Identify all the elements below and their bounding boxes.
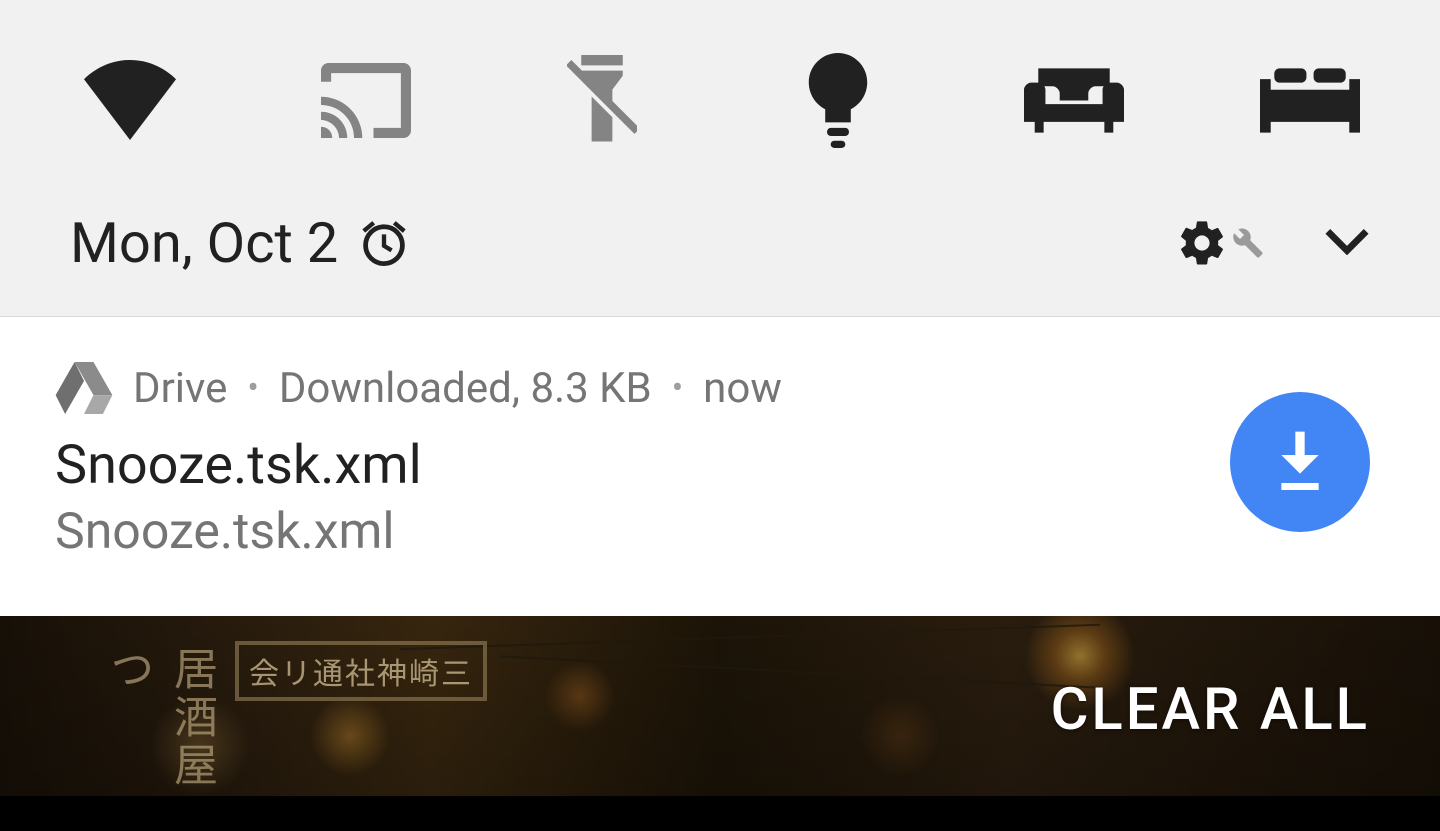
- notification-status: Downloaded, 8.3 KB: [279, 364, 652, 413]
- bed-icon: [1260, 68, 1360, 133]
- qs-footer-actions: [1176, 217, 1370, 269]
- quick-settings-footer: Mon, Oct 2: [0, 190, 1440, 316]
- wifi-icon: [80, 60, 180, 140]
- qs-tile-bulb[interactable]: [778, 40, 898, 160]
- qs-tile-couch[interactable]: [1014, 40, 1134, 160]
- expand-button[interactable]: [1324, 227, 1370, 259]
- download-icon: [1272, 431, 1328, 493]
- date-text: Mon, Oct 2: [70, 210, 338, 276]
- qs-tile-bed[interactable]: [1250, 40, 1370, 160]
- notification-subtitle: Snooze.tsk.xml: [55, 503, 1230, 561]
- gear-icon: [1176, 217, 1228, 269]
- bulb-icon: [808, 53, 868, 148]
- couch-icon: [1024, 68, 1124, 133]
- separator-dot: •: [672, 368, 683, 408]
- wallpaper-sign-vertical: 居酒屋つ: [100, 646, 228, 796]
- separator-dot: •: [247, 368, 258, 408]
- qs-tile-flashlight[interactable]: [542, 40, 662, 160]
- notification-card[interactable]: Drive • Downloaded, 8.3 KB • now Snooze.…: [0, 316, 1440, 616]
- qs-tile-cast[interactable]: [306, 40, 426, 160]
- flashlight-off-icon: [567, 55, 637, 145]
- notification-time: now: [703, 364, 782, 413]
- quick-settings-panel: Mon, Oct 2: [0, 0, 1440, 316]
- quick-settings-tiles: [0, 0, 1440, 190]
- wallpaper-area: 居酒屋つ 会リ通社神崎三 CLEAR ALL: [0, 616, 1440, 796]
- notification-title: Snooze.tsk.xml: [55, 434, 1230, 497]
- wrench-icon: [1232, 227, 1264, 259]
- notification-header: Drive • Downloaded, 8.3 KB • now: [55, 362, 1230, 414]
- alarm-icon: [358, 217, 410, 269]
- clear-all-button[interactable]: CLEAR ALL: [1051, 676, 1370, 744]
- wallpaper-sign-box: 会リ通社神崎三: [235, 641, 487, 701]
- date-alarm-area[interactable]: Mon, Oct 2: [70, 210, 1176, 276]
- settings-button[interactable]: [1176, 217, 1264, 269]
- notification-app-name: Drive: [133, 364, 227, 413]
- download-action-button[interactable]: [1230, 392, 1370, 532]
- cast-icon: [321, 63, 411, 138]
- drive-icon: [55, 362, 113, 414]
- qs-tile-wifi[interactable]: [70, 40, 190, 160]
- chevron-down-icon: [1324, 227, 1370, 255]
